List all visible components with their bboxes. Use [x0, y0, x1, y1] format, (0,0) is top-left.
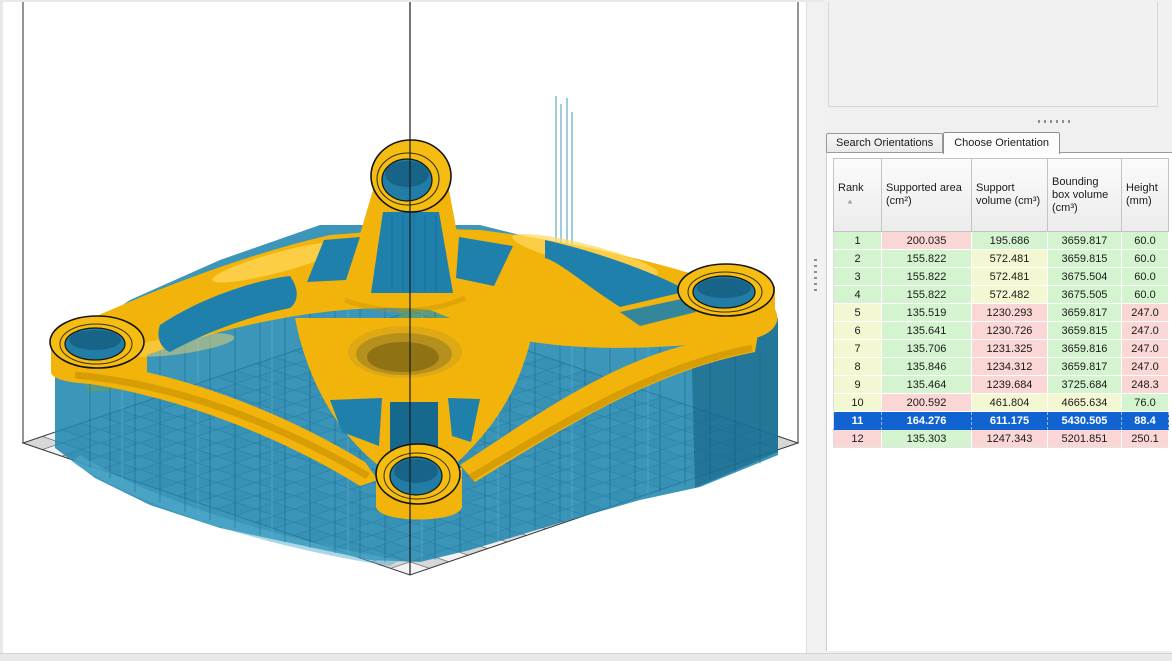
table-row[interactable]: 1200.035195.6863659.81760.0	[833, 232, 1169, 250]
part-ring-boss-left	[50, 316, 144, 368]
column-header-supported-area[interactable]: Supported area (cm²)	[882, 158, 972, 232]
rank-cell[interactable]: 2	[833, 250, 882, 268]
splitter-grip-icon	[814, 255, 817, 291]
value-cell[interactable]: 247.0	[1122, 358, 1169, 376]
table-row[interactable]: 8135.8461234.3123659.817247.0	[833, 358, 1169, 376]
value-cell[interactable]: 3659.815	[1048, 250, 1122, 268]
value-cell[interactable]: 60.0	[1122, 250, 1169, 268]
orientation-table-body: 1200.035195.6863659.81760.02155.822572.4…	[833, 232, 1169, 448]
value-cell[interactable]: 60.0	[1122, 286, 1169, 304]
table-row[interactable]: 9135.4641239.6843725.684248.3	[833, 376, 1169, 394]
value-cell[interactable]: 3675.505	[1048, 286, 1122, 304]
value-cell[interactable]: 135.464	[882, 376, 972, 394]
value-cell[interactable]: 1247.343	[972, 430, 1048, 448]
rank-cell[interactable]: 10	[833, 394, 882, 412]
value-cell[interactable]: 1230.726	[972, 322, 1048, 340]
value-cell[interactable]: 1230.293	[972, 304, 1048, 322]
value-cell[interactable]: 3659.817	[1048, 304, 1122, 322]
value-cell[interactable]: 248.3	[1122, 376, 1169, 394]
column-header-bounding-box-volume[interactable]: Bounding box volume (cm³)	[1048, 158, 1122, 232]
value-cell[interactable]: 1239.684	[972, 376, 1048, 394]
column-header-height[interactable]: Height (mm)	[1122, 158, 1169, 232]
table-header-row: Rank ▲ Supported area (cm²) Support volum…	[833, 158, 1169, 232]
value-cell[interactable]: 135.519	[882, 304, 972, 322]
value-cell[interactable]: 135.846	[882, 358, 972, 376]
properties-panel	[828, 2, 1158, 107]
value-cell[interactable]: 247.0	[1122, 322, 1169, 340]
rank-cell[interactable]: 7	[833, 340, 882, 358]
value-cell[interactable]: 88.4	[1122, 412, 1169, 430]
value-cell[interactable]: 247.0	[1122, 304, 1169, 322]
value-cell[interactable]: 572.481	[972, 268, 1048, 286]
center-bowl	[348, 326, 462, 378]
tab-search-orientations[interactable]: Search Orientations	[826, 133, 943, 153]
part-ring-boss-right	[678, 264, 774, 316]
value-cell[interactable]: 60.0	[1122, 268, 1169, 286]
value-cell[interactable]: 3659.817	[1048, 232, 1122, 250]
value-cell[interactable]: 572.481	[972, 250, 1048, 268]
value-cell[interactable]: 60.0	[1122, 232, 1169, 250]
column-header-rank[interactable]: Rank ▲	[833, 158, 882, 232]
value-cell[interactable]: 155.822	[882, 268, 972, 286]
value-cell[interactable]: 3675.504	[1048, 268, 1122, 286]
value-cell[interactable]: 250.1	[1122, 430, 1169, 448]
rank-cell[interactable]: 8	[833, 358, 882, 376]
rank-cell[interactable]: 11	[833, 412, 882, 430]
sort-ascending-icon: ▲	[846, 196, 854, 207]
value-cell[interactable]: 3659.815	[1048, 322, 1122, 340]
value-cell[interactable]: 135.706	[882, 340, 972, 358]
value-cell[interactable]: 5430.505	[1048, 412, 1122, 430]
viewport-3d[interactable]	[3, 2, 806, 653]
table-row[interactable]: 6135.6411230.7263659.815247.0	[833, 322, 1169, 340]
value-cell[interactable]: 164.276	[882, 412, 972, 430]
table-row[interactable]: 5135.5191230.2933659.817247.0	[833, 304, 1169, 322]
value-cell[interactable]: 5201.851	[1048, 430, 1122, 448]
rank-cell[interactable]: 6	[833, 322, 882, 340]
orientation-pane: Rank ▲ Supported area (cm²) Support volum…	[826, 152, 1172, 651]
rank-cell[interactable]: 1	[833, 232, 882, 250]
table-row[interactable]: 11164.276611.1755430.50588.4	[833, 412, 1169, 430]
panel-splitter[interactable]	[806, 2, 825, 653]
table-row[interactable]: 12135.3031247.3435201.851250.1	[833, 430, 1169, 448]
orientation-tabbar: Search Orientations Choose Orientation	[826, 130, 1172, 153]
value-cell[interactable]: 3659.817	[1048, 358, 1122, 376]
value-cell[interactable]: 135.641	[882, 322, 972, 340]
rank-cell[interactable]: 4	[833, 286, 882, 304]
value-cell[interactable]: 76.0	[1122, 394, 1169, 412]
table-row[interactable]: 4155.822572.4823675.50560.0	[833, 286, 1169, 304]
value-cell[interactable]: 247.0	[1122, 340, 1169, 358]
value-cell[interactable]: 1231.325	[972, 340, 1048, 358]
table-row[interactable]: 2155.822572.4813659.81560.0	[833, 250, 1169, 268]
table-row[interactable]: 3155.822572.4813675.50460.0	[833, 268, 1169, 286]
table-row[interactable]: 10200.592461.8044665.63476.0	[833, 394, 1169, 412]
rank-cell[interactable]: 5	[833, 304, 882, 322]
table-row[interactable]: 7135.7061231.3253659.816247.0	[833, 340, 1169, 358]
value-cell[interactable]: 611.175	[972, 412, 1048, 430]
3d-scene	[3, 2, 806, 653]
tab-choose-orientation[interactable]: Choose Orientation	[943, 132, 1060, 154]
horizontal-splitter[interactable]	[1038, 120, 1074, 123]
value-cell[interactable]: 3725.684	[1048, 376, 1122, 394]
value-cell[interactable]: 135.303	[882, 430, 972, 448]
right-panel: Search Orientations Choose Orientation R…	[824, 0, 1172, 653]
value-cell[interactable]: 200.035	[882, 232, 972, 250]
orientation-table: Rank ▲ Supported area (cm²) Support volum…	[833, 158, 1169, 448]
value-cell[interactable]: 3659.816	[1048, 340, 1122, 358]
column-label: Rank	[838, 182, 864, 194]
part-ring-boss-top	[371, 140, 451, 212]
rank-cell[interactable]: 12	[833, 430, 882, 448]
rank-cell[interactable]: 3	[833, 268, 882, 286]
value-cell[interactable]: 155.822	[882, 250, 972, 268]
value-cell[interactable]: 200.592	[882, 394, 972, 412]
value-cell[interactable]: 4665.634	[1048, 394, 1122, 412]
value-cell[interactable]: 572.482	[972, 286, 1048, 304]
rank-cell[interactable]: 9	[833, 376, 882, 394]
column-header-support-volume[interactable]: Support volume (cm³)	[972, 158, 1048, 232]
value-cell[interactable]: 195.686	[972, 232, 1048, 250]
value-cell[interactable]: 1234.312	[972, 358, 1048, 376]
value-cell[interactable]: 461.804	[972, 394, 1048, 412]
part-ring-boss-bottom	[376, 444, 460, 504]
value-cell[interactable]: 155.822	[882, 286, 972, 304]
